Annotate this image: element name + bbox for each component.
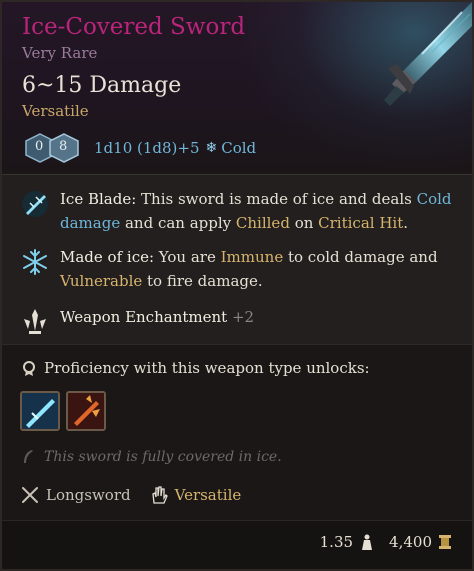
open-hand-icon — [151, 486, 168, 504]
details-section: Proficiency with this weapon type unlock… — [2, 344, 472, 525]
tooltip-header: Ice-Covered Sword Very Rare 6~15 Damage … — [2, 2, 472, 172]
property-label: Versatile — [174, 486, 242, 504]
flavor-text-row: This sword is fully covered in ice. — [20, 449, 282, 465]
damage-type: Cold — [221, 139, 257, 157]
keyword-critical-hit[interactable]: Critical Hit — [318, 214, 403, 232]
dice-icon: 0 8 — [22, 132, 86, 164]
ability-made-of-ice-text: Made of ice: You are Immune to cold dama… — [60, 245, 460, 293]
ability-text: to fire damage. — [142, 272, 263, 290]
ability-text: . — [403, 214, 409, 232]
keyword-chilled[interactable]: Chilled — [236, 214, 290, 232]
item-name: Ice-Covered Sword — [22, 14, 246, 40]
keyword-vulnerable[interactable]: Vulnerable — [60, 272, 142, 290]
item-tooltip: Ice-Covered Sword Very Rare 6~15 Damage … — [0, 0, 474, 571]
flavor-text: This sword is fully covered in ice. — [44, 449, 282, 465]
ability-text: You are — [154, 248, 221, 266]
quill-icon — [24, 450, 33, 463]
crossed-swords-icon — [22, 487, 38, 503]
gold-coin-icon — [439, 535, 451, 549]
abilities-section: Ice Blade: This sword is made of ice and… — [2, 174, 472, 345]
property-longsword[interactable]: Longsword — [20, 485, 131, 505]
keyword-immune[interactable]: Immune — [221, 248, 284, 266]
ice-slash-action-icon[interactable] — [20, 391, 60, 431]
ability-text: on — [289, 214, 319, 232]
fire-strike-action-icon[interactable] — [66, 391, 106, 431]
ability-text: and can apply — [120, 214, 236, 232]
weapon-properties: Longsword Versatile — [20, 485, 259, 505]
item-value: 4,400 — [389, 533, 432, 551]
ability-text: This sword is made of ice and deals — [136, 190, 417, 208]
sword-image — [384, 2, 472, 106]
proficiency-actions — [20, 391, 106, 431]
ability-name: Made of ice: — [60, 248, 155, 266]
item-weight: 1.35 — [319, 533, 354, 551]
ability-name: Weapon Enchantment — [60, 308, 228, 326]
proficiency-row: Proficiency with this weapon type unlock… — [20, 359, 370, 377]
tooltip-footer: 1.35 4,400 — [2, 520, 472, 569]
weapon-enchantment-icon — [24, 309, 46, 334]
formula-text: 1d10 (1d8)+5 — [94, 139, 200, 157]
dice-right-value: 8 — [59, 139, 68, 154]
property-versatile[interactable]: Versatile — [149, 485, 242, 505]
damage-formula: 1d10 (1d8)+5 ❄ Cold — [94, 139, 256, 157]
damage-dice-row: 0 8 1d10 (1d8)+5 ❄ Cold — [22, 132, 256, 164]
weight-icon — [362, 534, 373, 550]
snowflake-icon: ❄ — [205, 140, 218, 156]
property-label: Longsword — [46, 486, 131, 504]
item-damage: 6~15 Damage — [22, 73, 182, 98]
ability-ice-blade-text: Ice Blade: This sword is made of ice and… — [60, 187, 460, 235]
ability-name: Ice Blade: — [60, 190, 137, 208]
ice-blade-icon — [22, 191, 48, 217]
made-of-ice-icon — [23, 249, 47, 275]
ability-weapon-enchantment-text: Weapon Enchantment +2 — [60, 305, 460, 329]
proficiency-icon — [23, 361, 35, 376]
proficiency-text: Proficiency with this weapon type unlock… — [44, 359, 370, 377]
dice-left-value: 0 — [35, 139, 44, 154]
ability-text: to cold damage and — [283, 248, 438, 266]
enchantment-bonus: +2 — [231, 308, 255, 326]
weight-value-row: 1.35 4,400 — [320, 533, 452, 551]
item-property: Versatile — [22, 102, 89, 120]
item-rarity: Very Rare — [22, 44, 98, 62]
